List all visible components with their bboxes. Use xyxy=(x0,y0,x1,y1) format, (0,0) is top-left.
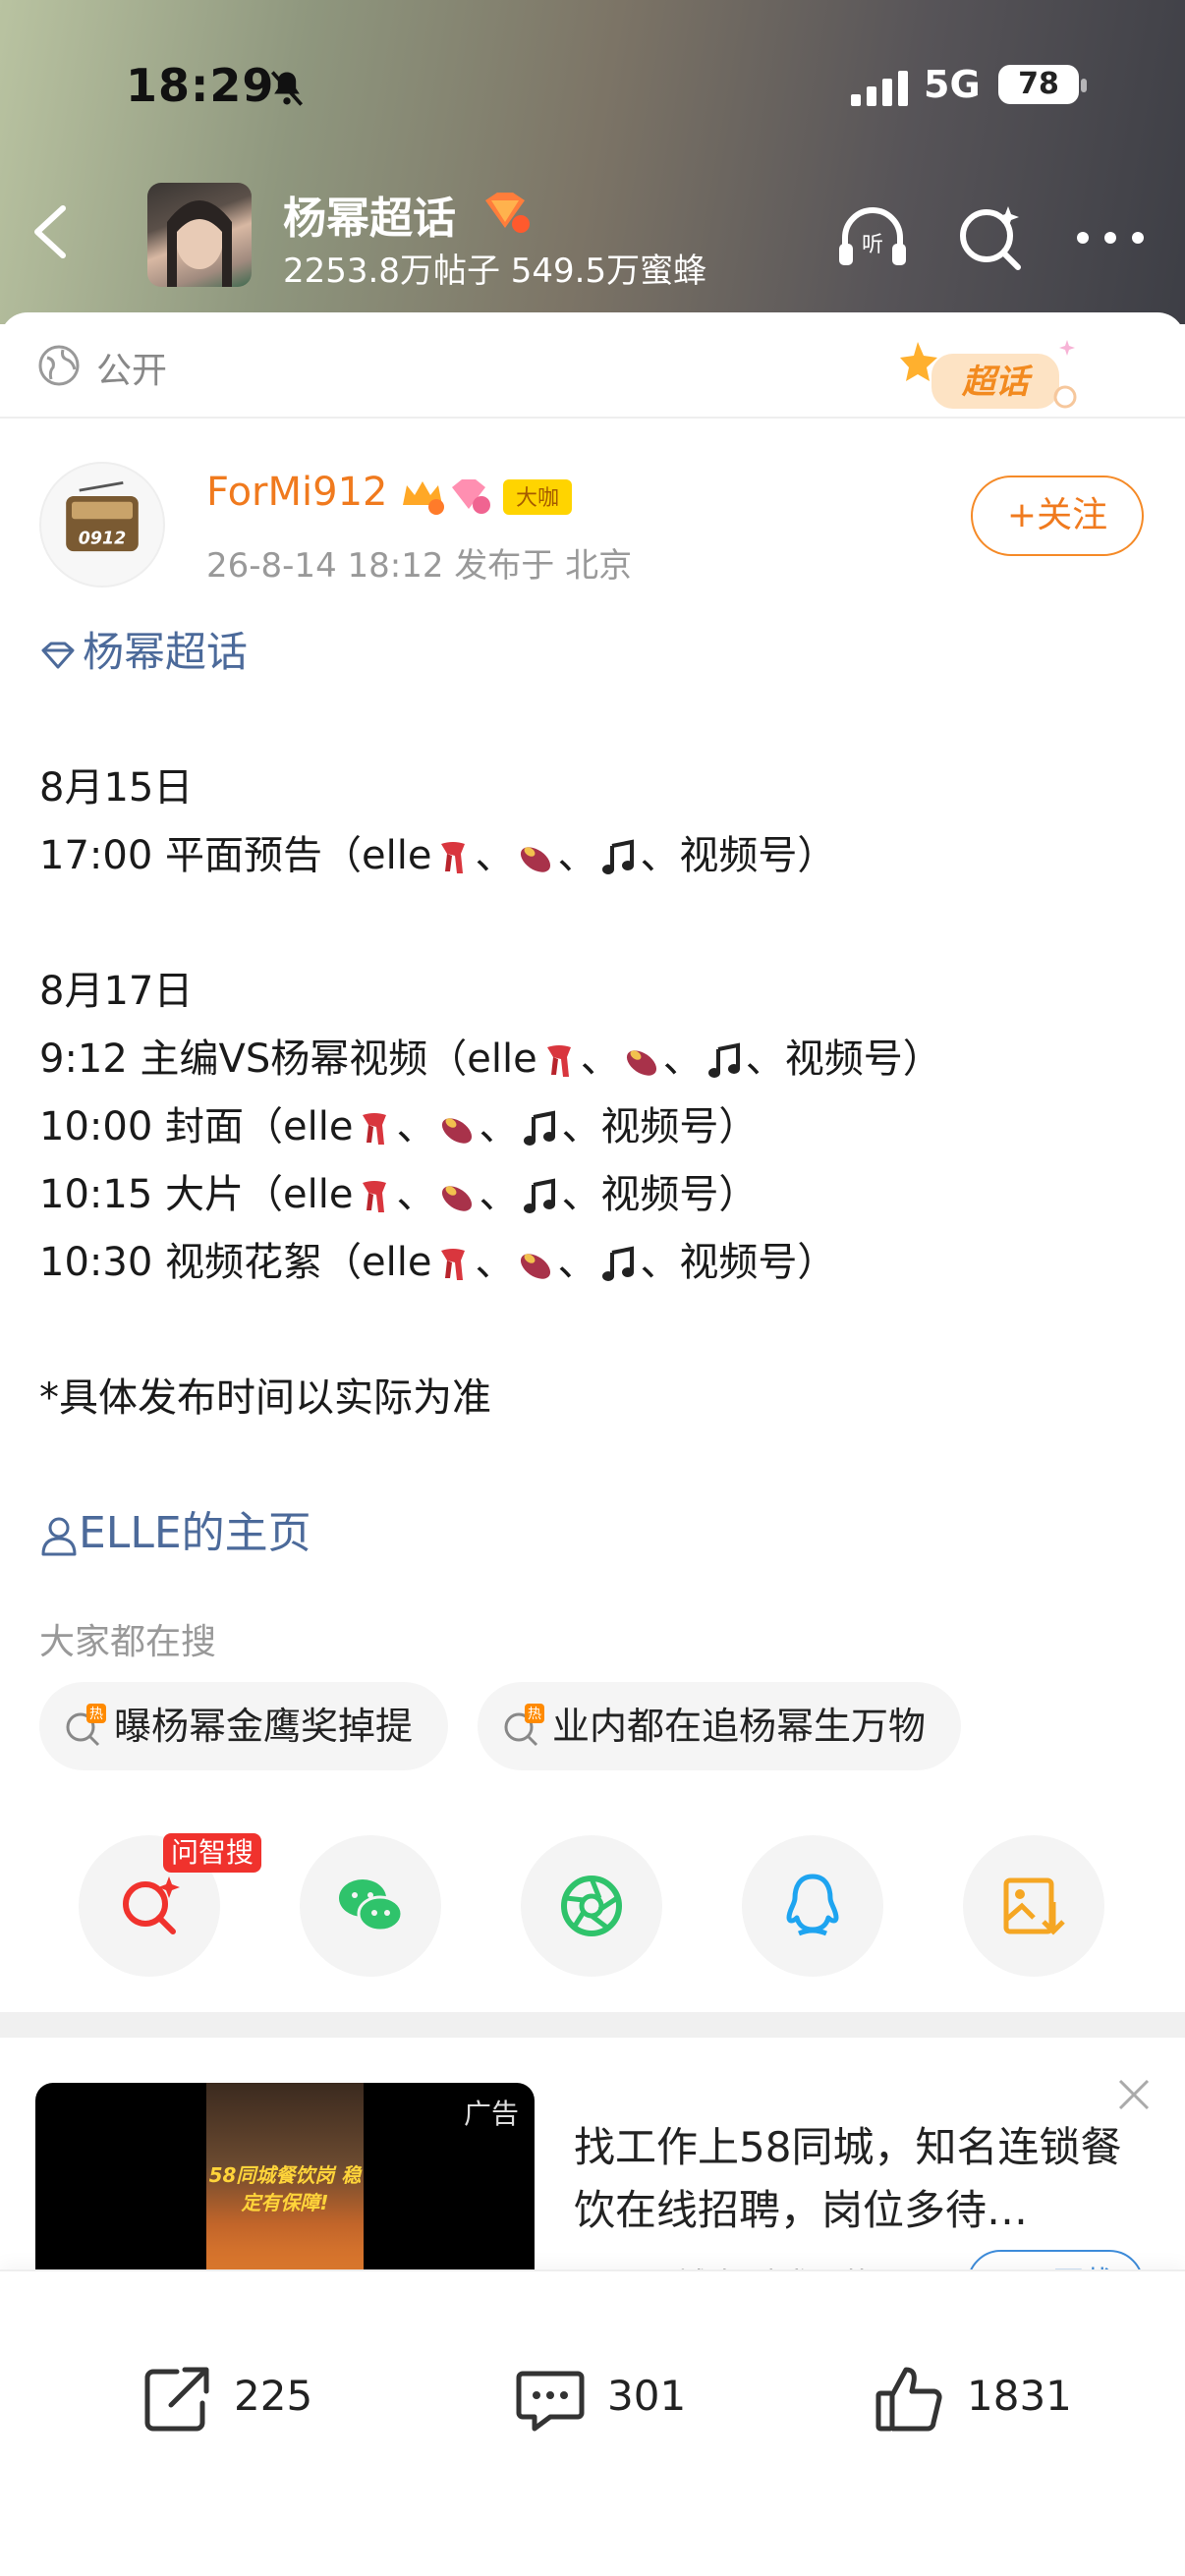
status-bar: 18:29 5G 78 xyxy=(0,59,1185,138)
trending-chip[interactable]: 热 曝杨幂金鹰奖掉提 xyxy=(39,1682,449,1770)
person-icon xyxy=(41,1517,77,1556)
chaohua-sticker-text: 超话 xyxy=(961,363,1034,402)
bell-muted-icon xyxy=(270,71,304,106)
topic-header: 18:29 5G 78 杨幂超话 2253.8万帖子 549.5万蜜蜂 听 xyxy=(0,0,1185,324)
share-moments-button[interactable] xyxy=(521,1835,662,1977)
battery-level: 78 xyxy=(998,65,1079,104)
wechat-icon xyxy=(339,1879,404,1932)
moments-icon xyxy=(561,1876,622,1936)
share-qq-button[interactable] xyxy=(742,1835,883,1977)
comment-count: 301 xyxy=(607,2372,687,2420)
scarf-emoji-icon xyxy=(363,1113,387,1145)
scarf-emoji-icon xyxy=(441,1249,466,1280)
battery-cap xyxy=(1081,79,1087,92)
repost-count: 225 xyxy=(234,2372,313,2420)
topic-link-text: 杨幂超话 xyxy=(83,628,249,676)
svg-text:热: 热 xyxy=(528,1707,541,1722)
author-avatar[interactable]: 0912 xyxy=(39,462,165,588)
svg-text:热: 热 xyxy=(89,1707,103,1722)
status-time: 18:29 xyxy=(126,59,275,112)
sweet-potato-emoji-icon xyxy=(521,1254,551,1279)
topic-stats: 2253.8万帖子 549.5万蜜蜂 xyxy=(283,252,707,291)
fan-level-icon xyxy=(452,479,490,514)
post-card: 公开 超话 0912 ForMi912 大咖 26-8-14 18:12 发布于 xyxy=(0,312,1185,2576)
sweet-potato-emoji-icon xyxy=(626,1050,656,1076)
music-note-emoji-icon xyxy=(602,1246,635,1281)
scarf-emoji-icon xyxy=(363,1181,387,1212)
vip-crown-icon xyxy=(403,481,444,515)
visibility-label: 公开 xyxy=(96,351,168,391)
hot-search-icon: 热 xyxy=(66,1704,106,1747)
post-body: 8月15日 17:00 平面预告（elle、、、视频号） 8月17日 9:12 … xyxy=(39,755,1159,1432)
profile-link[interactable]: ELLE的主页 xyxy=(39,1497,311,1560)
save-image-button[interactable] xyxy=(963,1835,1104,1977)
network-type: 5G xyxy=(924,63,981,106)
ad-thumbnail-caption: 58同城餐饮岗 稳定有保障! xyxy=(208,2163,362,2214)
visibility-row: 公开 超话 xyxy=(0,312,1185,419)
sweet-potato-emoji-icon xyxy=(442,1118,473,1144)
sweet-potato-emoji-icon xyxy=(442,1186,473,1211)
search-sparkle-icon[interactable] xyxy=(949,196,1032,279)
qq-icon xyxy=(786,1874,839,1936)
post-line: 10:30 视频花絮（elle、、、视频号） xyxy=(39,1240,837,1285)
globe-icon xyxy=(38,345,80,386)
scarf-emoji-icon xyxy=(441,842,466,873)
trending-chip-label: 业内都在追杨幂生万物 xyxy=(552,1705,927,1748)
topic-avatar[interactable] xyxy=(147,183,252,287)
post-line: *具体发布时间以实际为准 xyxy=(39,1375,491,1421)
author-name[interactable]: ForMi912 xyxy=(206,470,387,515)
post-meta: 26-8-14 18:12 发布于 北京 xyxy=(206,546,633,586)
ai-search-tag: 问智搜 xyxy=(163,1833,262,1873)
close-icon[interactable] xyxy=(1112,2073,1156,2116)
ai-search-icon xyxy=(123,1876,180,1934)
ad-title[interactable]: 找工作上58同城，知名连锁餐饮在线招聘，岗位多待… xyxy=(574,2116,1154,2242)
comment-icon xyxy=(516,2371,585,2432)
section-divider xyxy=(0,2012,1185,2038)
author-tag: 大咖 xyxy=(516,486,559,511)
sweet-potato-emoji-icon xyxy=(521,847,551,872)
share-wechat-button[interactable] xyxy=(300,1835,441,1977)
ad-tag: 广告 xyxy=(463,2098,519,2130)
author-avatar-text: 0912 xyxy=(79,529,127,548)
hot-search-icon: 热 xyxy=(504,1704,544,1747)
trending-chip[interactable]: 热 业内都在追杨幂生万物 xyxy=(478,1682,962,1770)
thumbs-up-icon xyxy=(875,2367,942,2432)
profile-link-text: ELLE的主页 xyxy=(79,1508,311,1558)
topic-link[interactable]: 杨幂超话 xyxy=(39,619,248,679)
save-image-icon xyxy=(1003,1877,1065,1935)
trending-search-label: 大家都在搜 xyxy=(39,1622,217,1662)
music-note-emoji-icon xyxy=(524,1178,556,1213)
post-line: 10:15 大片（elle、、、视频号） xyxy=(39,1172,759,1217)
post-line: 8月17日 xyxy=(39,969,194,1014)
listen-icon[interactable]: 听 xyxy=(831,196,914,279)
post-line: 8月15日 xyxy=(39,765,194,811)
chaohua-sticker: 超话 xyxy=(900,340,1077,409)
bottom-action-bar: 225 301 1831 xyxy=(0,2269,1185,2576)
back-arrow-icon[interactable] xyxy=(28,202,77,261)
music-note-emoji-icon xyxy=(524,1110,556,1146)
more-icon[interactable] xyxy=(1069,196,1152,279)
cellular-signal-icon xyxy=(851,71,908,106)
repost-icon xyxy=(144,2367,209,2432)
scarf-emoji-icon xyxy=(546,1045,571,1077)
svg-text:听: 听 xyxy=(862,233,883,257)
author-badges: 大咖 xyxy=(403,479,572,515)
trending-chip-label: 曝杨幂金鹰奖掉提 xyxy=(114,1705,414,1748)
music-note-emoji-icon xyxy=(602,839,635,874)
post-line: 9:12 主编VS杨幂视频（elle、、、视频号） xyxy=(39,1036,942,1082)
post-line: 10:00 封面（elle、、、视频号） xyxy=(39,1104,759,1149)
like-count: 1831 xyxy=(967,2372,1072,2420)
post-line: 17:00 平面预告（elle、、、视频号） xyxy=(39,833,837,878)
topic-title: 杨幂超话 xyxy=(283,194,456,244)
music-note-emoji-icon xyxy=(707,1042,740,1078)
follow-button[interactable]: +关注 xyxy=(971,476,1144,556)
diamond-icon xyxy=(41,642,75,668)
level-diamond-icon xyxy=(485,193,530,233)
